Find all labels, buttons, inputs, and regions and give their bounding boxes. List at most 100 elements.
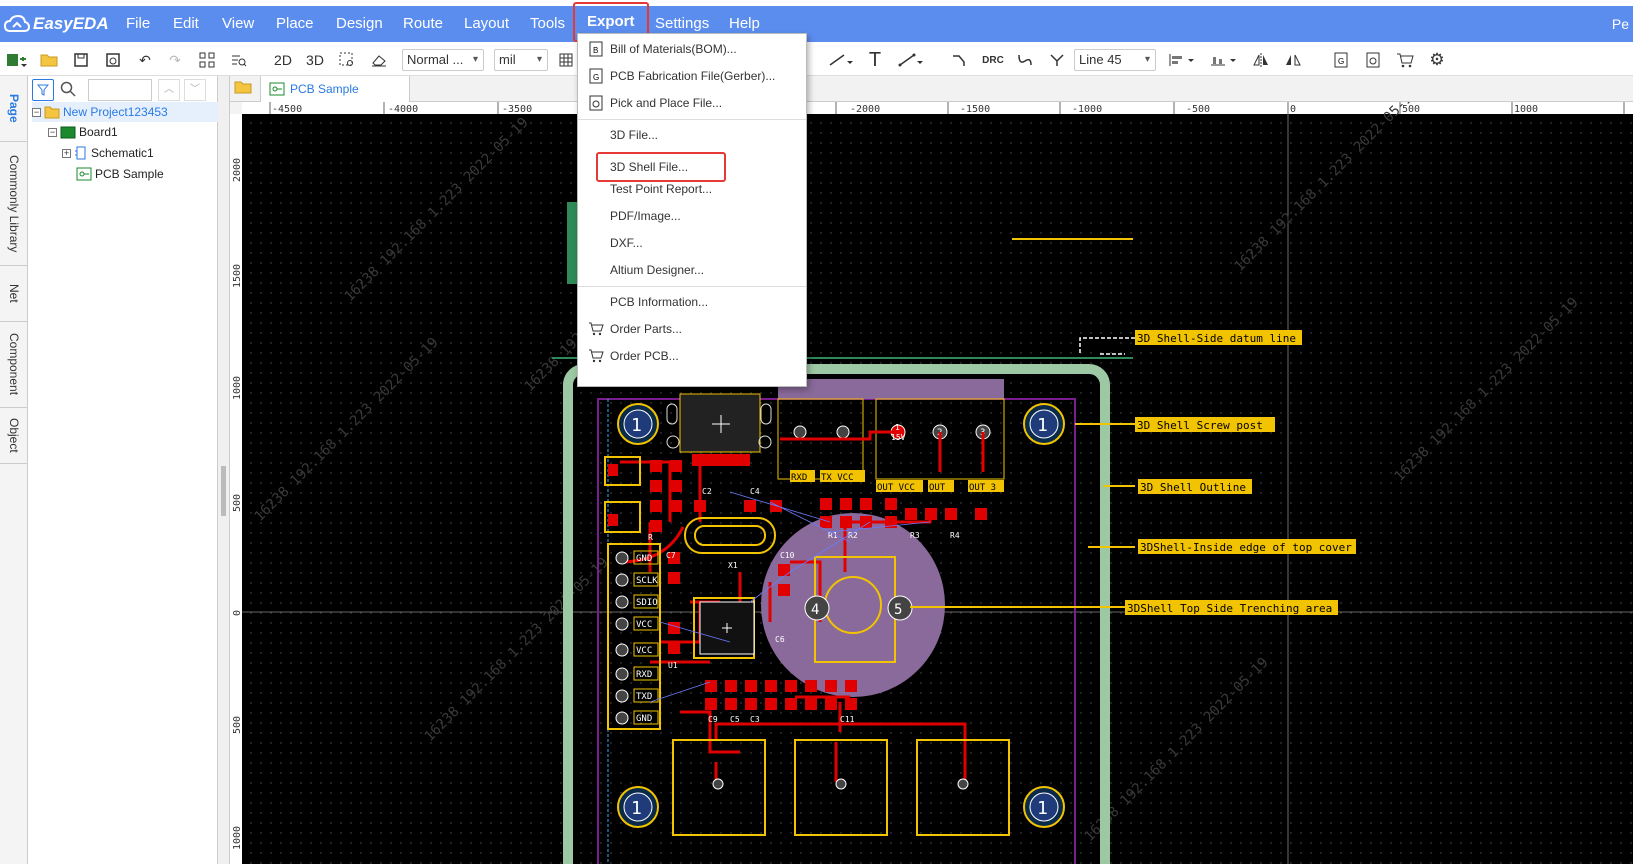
side-tab-net[interactable]: Net — [0, 266, 28, 322]
route-icon[interactable] — [948, 49, 970, 71]
part-label: C5 — [730, 715, 740, 724]
open-folder-icon[interactable] — [38, 49, 60, 71]
new-file-icon[interactable] — [4, 49, 30, 71]
camera-save-icon[interactable] — [102, 49, 124, 71]
curve-route-icon[interactable] — [1014, 49, 1036, 71]
gerber-icon: G — [588, 68, 604, 84]
export-pick-place-item[interactable]: Pick and Place File... — [578, 90, 806, 116]
tree-schematic[interactable]: + Schematic1 — [62, 143, 154, 163]
folder-icon[interactable] — [234, 80, 252, 97]
search-input[interactable] — [88, 79, 152, 101]
filter-icon[interactable] — [32, 79, 54, 101]
menu-tools[interactable]: Tools — [530, 6, 565, 42]
view-2d-button[interactable]: 2D — [270, 49, 296, 71]
menu-item-label: Order Parts... — [610, 322, 683, 336]
flip-vertical-icon[interactable] — [1282, 49, 1304, 71]
menu-item-label: PCB Fabrication File(Gerber)... — [610, 69, 776, 83]
gear-icon[interactable]: ⚙ — [1426, 49, 1448, 71]
redo-icon[interactable]: ↷ — [164, 49, 186, 71]
grid-settings-icon[interactable] — [556, 49, 576, 71]
collapse-icon[interactable]: − — [48, 127, 57, 137]
part-label: C4 — [750, 487, 760, 496]
usb-connector[interactable] — [679, 393, 761, 453]
order-pcb-item[interactable]: Order PCB... — [578, 343, 806, 369]
screw-post[interactable]: 1 — [1023, 403, 1065, 445]
screw-post[interactable]: 1 — [617, 403, 659, 445]
export-3d-file-item[interactable]: 3D File... — [578, 122, 806, 148]
search-prev-button[interactable]: ︿ — [158, 79, 180, 101]
eraser-icon[interactable] — [368, 49, 390, 71]
zoom-fit-icon[interactable] — [228, 49, 250, 71]
screw-post[interactable]: 1 — [617, 786, 659, 828]
pcb-icon — [76, 167, 92, 181]
side-tab-label: Component — [7, 333, 21, 396]
menu-layout[interactable]: Layout — [464, 6, 509, 42]
display-mode-select[interactable]: Normal ... ▾ — [402, 49, 484, 71]
text-tool-icon[interactable]: T — [864, 49, 886, 71]
search-icon[interactable] — [60, 81, 76, 100]
order-cart-icon[interactable] — [1394, 49, 1416, 71]
expand-icon[interactable]: + — [62, 148, 71, 158]
drc-button[interactable]: DRC — [980, 49, 1006, 71]
diff-pair-icon[interactable] — [1046, 49, 1068, 71]
save-icon[interactable] — [70, 49, 92, 71]
side-tab-commonly-library[interactable]: Commonly Library — [0, 142, 28, 266]
collapse-icon[interactable]: − — [32, 107, 41, 117]
menu-file[interactable]: File — [126, 6, 150, 42]
tree-project[interactable]: − New Project123453 — [32, 102, 218, 122]
export-test-point-item[interactable]: Test Point Report... — [578, 176, 806, 202]
export-gerber-item[interactable]: G PCB Fabrication File(Gerber)... — [578, 63, 806, 89]
export-bom-item[interactable]: B Bill of Materials(BOM)... — [578, 36, 806, 62]
units-value: mil — [499, 52, 516, 67]
menu-edit[interactable]: Edit — [173, 6, 199, 42]
trench-area-round[interactable] — [761, 513, 945, 697]
ruler-left-label: 1000 — [232, 376, 243, 400]
app-logo[interactable]: EasyEDA — [4, 6, 109, 42]
screw-post[interactable]: 1 — [1023, 786, 1065, 828]
toolbar: ↶ ↷ 2D 3D Normal ... ▾ mil ▾ T DRC Line 45… — [0, 44, 1633, 76]
pcb-canvas[interactable]: -4500 -4000 -3500 -2000 -1500 -1000 -500… — [230, 102, 1633, 864]
tree-schematic-label: Schematic1 — [91, 146, 154, 160]
annotation-label: 3DShell-Inside edge of top cover — [1140, 541, 1352, 554]
side-tab-component[interactable]: Component — [0, 322, 28, 408]
dimension-tool-icon[interactable] — [896, 49, 926, 71]
units-select[interactable]: mil ▾ — [494, 49, 548, 71]
splitter-handle[interactable] — [221, 466, 226, 516]
tree-board[interactable]: − Board1 — [48, 122, 118, 142]
panel-splitter[interactable] — [218, 76, 230, 864]
search-next-button[interactable]: ﹀ — [184, 79, 206, 101]
menu-place[interactable]: Place — [276, 6, 314, 42]
screw-post-number: 1 — [1037, 415, 1048, 436]
undo-icon[interactable]: ↶ — [134, 49, 156, 71]
part-label: C7 — [666, 551, 676, 560]
tree-pcb[interactable]: PCB Sample — [76, 164, 164, 184]
view-3d-button[interactable]: 3D — [302, 49, 328, 71]
menu-design[interactable]: Design — [336, 6, 383, 42]
align-icon[interactable] — [1166, 49, 1200, 71]
side-tab-object[interactable]: Object — [0, 408, 28, 464]
export-dxf-item[interactable]: DXF... — [578, 230, 806, 256]
export-altium-item[interactable]: Altium Designer... — [578, 257, 806, 283]
tab-label: PCB Sample — [290, 82, 359, 96]
user-name[interactable]: Pe — [1612, 6, 1633, 42]
distribute-icon[interactable] — [1208, 49, 1242, 71]
svg-text:G: G — [1338, 57, 1344, 66]
export-pcb-info-item[interactable]: PCB Information... — [578, 289, 806, 315]
export-pick-place-icon[interactable] — [1362, 49, 1384, 71]
grid-view-icon[interactable] — [196, 49, 218, 71]
menu-route[interactable]: Route — [403, 6, 443, 42]
header-pin-label: TXD — [636, 692, 652, 702]
svg-text:G: G — [593, 73, 599, 82]
folder-icon — [44, 106, 60, 118]
tab-pcb-sample[interactable]: PCB Sample — [260, 76, 410, 102]
flip-horizontal-icon[interactable] — [1250, 49, 1272, 71]
select-area-icon[interactable] — [336, 49, 358, 71]
order-parts-item[interactable]: Order Parts... — [578, 316, 806, 342]
route-mode-select[interactable]: Line 45 ▾ — [1074, 49, 1156, 71]
export-pdf-image-item[interactable]: PDF/Image... — [578, 203, 806, 229]
menu-view[interactable]: View — [222, 6, 254, 42]
line-tool-icon[interactable] — [826, 49, 856, 71]
side-tab-page[interactable]: Page — [0, 76, 28, 142]
export-gerber-icon[interactable]: G — [1330, 49, 1352, 71]
side-tab-label: Object — [7, 418, 21, 453]
